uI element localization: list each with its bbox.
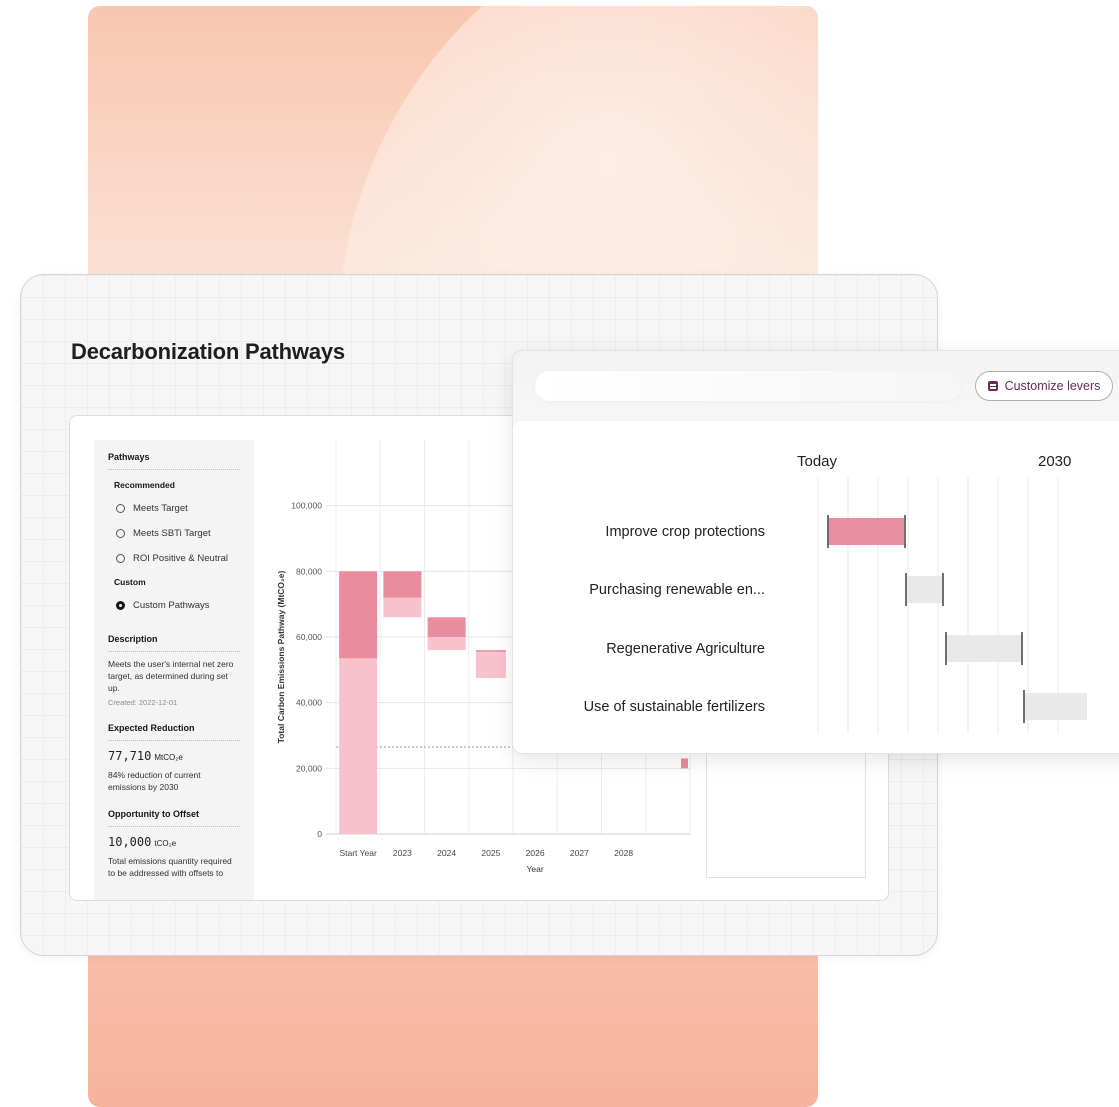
x-tick-label: 2027 [570, 848, 589, 858]
x-axis-label: Year [527, 864, 544, 874]
customize-levers-button[interactable]: Customize levers [975, 371, 1113, 401]
y-tick-label: 80,000 [296, 566, 322, 576]
lever-name: Purchasing renewable en... [589, 582, 765, 598]
lever-search-bar[interactable] [535, 371, 961, 401]
x-tick-label: 2025 [481, 848, 500, 858]
x-tick-label: Start Year [339, 848, 377, 858]
y-tick-label: 20,000 [296, 763, 322, 773]
lever-bar [828, 518, 905, 545]
y-tick-label: 60,000 [296, 632, 322, 642]
waterfall-bar-2024 [427, 637, 466, 651]
levers-popup: Customize levers Today 2030 Improve crop p… [512, 350, 1119, 754]
y-tick-label: 40,000 [296, 698, 322, 708]
lever-name: Improve crop protections [605, 524, 765, 540]
y-axis-label: Total Carbon Emissions Pathway (MtCO₂e) [276, 570, 286, 743]
x-tick-label: 2028 [614, 848, 633, 858]
waterfall-bar-2028 [681, 758, 688, 769]
waterfall-bar-2025 [475, 650, 506, 652]
waterfall-bar-2024 [427, 617, 466, 637]
waterfall-bar-start-year [339, 571, 378, 659]
waterfall-bar-2023 [383, 571, 422, 598]
lever-bar [906, 576, 943, 603]
end-year-label: 2030 [1038, 453, 1071, 470]
lever-name: Use of sustainable fertilizers [584, 699, 765, 715]
x-tick-label: 2023 [393, 848, 412, 858]
y-tick-label: 0 [317, 829, 322, 839]
customize-levers-label: Customize levers [1004, 379, 1101, 393]
y-tick-label: 100,000 [291, 501, 322, 511]
lever-name: Regenerative Agriculture [606, 641, 765, 657]
lever-gantt-chart: Today 2030 Improve crop protections Purchas… [584, 453, 1087, 733]
waterfall-bar-start-year [339, 658, 378, 834]
x-tick-label: 2024 [437, 848, 456, 858]
page-title: Decarbonization Pathways [71, 339, 345, 364]
waterfall-bar-2025 [475, 651, 506, 679]
sliders-icon [987, 381, 998, 391]
lever-timeline: Today 2030 Improve crop protections Purchas… [513, 421, 1119, 753]
today-label: Today [797, 453, 838, 470]
lever-bar [946, 635, 1022, 662]
x-tick-label: 2026 [526, 848, 545, 858]
lever-bar [1024, 693, 1087, 720]
waterfall-bar-2023 [383, 597, 422, 618]
